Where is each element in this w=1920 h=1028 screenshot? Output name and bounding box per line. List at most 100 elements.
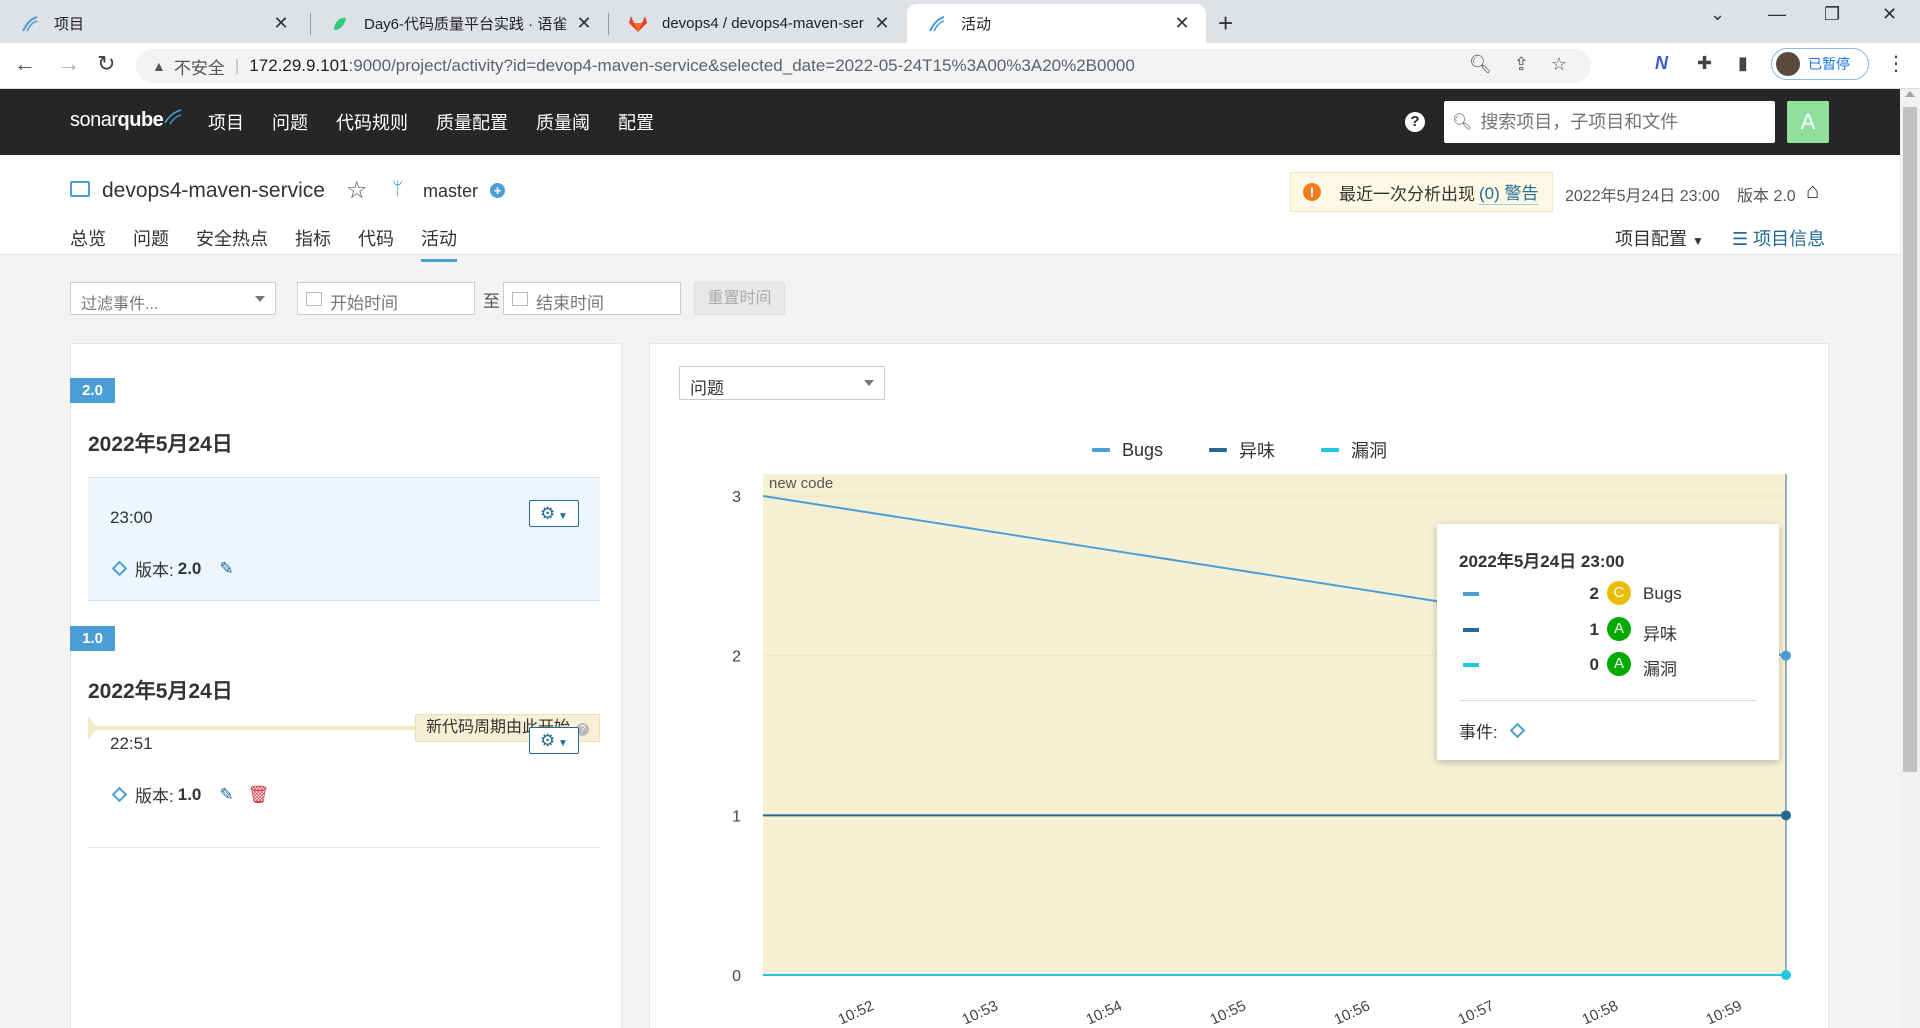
logo-text-bold: qube <box>117 109 164 131</box>
nav-projects[interactable]: 项目 <box>208 109 244 135</box>
tab-activity[interactable]: 活动 <box>421 225 457 262</box>
x-tick-label: 10:59 <box>1703 997 1744 1028</box>
tooltip-row-code-smells: 1 A 异味 <box>1459 617 1759 644</box>
trash-icon[interactable]: 🗑︎ <box>248 785 270 805</box>
entry-divider <box>88 847 600 848</box>
share-icon[interactable]: ⇪ <box>1514 54 1529 75</box>
side-panel-icon[interactable]: ▮ <box>1738 53 1748 74</box>
rating-badge: C <box>1607 581 1631 605</box>
user-avatar[interactable]: A <box>1787 101 1829 143</box>
tab-overview[interactable]: 总览 <box>70 225 106 262</box>
x-tick-label: 10:53 <box>959 997 1000 1028</box>
project-info-label: 项目信息 <box>1753 229 1826 249</box>
forward-arrow-icon[interactable]: → <box>58 51 80 77</box>
new-tab-plus-icon[interactable]: + <box>1218 8 1233 39</box>
url-omnibox[interactable]: ▲ 不安全 | 172.29.9.101 :9000/project/activ… <box>136 49 1591 83</box>
gitlab-icon <box>628 14 648 34</box>
day-title: 2022年5月24日 <box>88 680 233 703</box>
analysis-time: 23:00 <box>110 508 153 527</box>
reset-dates-button[interactable]: 重置时间 <box>694 282 785 315</box>
close-icon[interactable]: ✕ <box>271 13 291 34</box>
browser-tab-activity[interactable]: 活动 ✕ <box>907 4 1206 43</box>
chevron-down-icon[interactable]: ⌄ <box>1710 4 1725 25</box>
browser-menu-icon[interactable]: ⋮ <box>1886 51 1906 76</box>
nav-administration[interactable]: 配置 <box>618 109 654 135</box>
search-input[interactable] <box>1480 111 1761 133</box>
browser-tab-projects[interactable]: 项目 ✕ <box>0 4 305 43</box>
project-version: 版本 2.0 <box>1737 188 1796 205</box>
sonarqube-logo[interactable]: sonarqube <box>70 109 182 132</box>
warnings-link[interactable]: (0) 警告 <box>1479 179 1539 205</box>
tab-issues[interactable]: 问题 <box>133 225 169 262</box>
branch-name[interactable]: master <box>423 181 478 202</box>
help-icon[interactable]: ? <box>1405 112 1425 132</box>
browser-tab-yuque[interactable]: Day6-代码质量平台实践 · 语雀 ✕ <box>310 4 608 43</box>
logo-waves-icon <box>164 109 182 125</box>
analysis-entry[interactable]: 23:00 ⚙ ▼ 版本: 2.0 ✎ <box>88 477 600 601</box>
sonarqube-icon <box>20 14 40 34</box>
scrollbar-thumb[interactable] <box>1903 107 1917 772</box>
global-search[interactable]: 🔍︎ <box>1444 101 1775 143</box>
restore-icon[interactable]: ❐ <box>1824 4 1840 25</box>
y-tick-label: 3 <box>732 489 741 506</box>
browser-tab-gitlab[interactable]: devops4 / devops4-maven-ser ✕ <box>608 4 906 43</box>
project-settings-label: 项目配置 <box>1615 229 1687 249</box>
analysis-actions-button[interactable]: ⚙ ▼ <box>529 727 579 754</box>
nav-quality-profiles[interactable]: 质量配置 <box>436 109 508 135</box>
pencil-icon[interactable]: ✎ <box>219 785 233 805</box>
url-divider: | <box>234 56 240 75</box>
tooltip-metric-name: 异味 <box>1643 625 1677 644</box>
x-tick-label: 10:58 <box>1579 997 1620 1028</box>
close-icon[interactable]: ✕ <box>574 13 594 34</box>
version-prefix: 版本: <box>135 561 174 580</box>
event-filter-select[interactable]: 过滤事件... <box>70 282 276 315</box>
main-nav-menu: 项目 问题 代码规则 质量配置 质量阈 配置 <box>208 89 654 155</box>
chart-tooltip: 2022年5月24日 23:00 2 C Bugs 1 A 异味 0 A 漏洞 … <box>1437 524 1779 760</box>
project-settings-menu[interactable]: 项目配置 ▼ <box>1615 225 1704 251</box>
zoom-icon[interactable]: 🔍︎ <box>1469 54 1492 75</box>
warning-text: 最近一次分析出现 <box>1339 184 1475 204</box>
analysis-entry[interactable]: 22:51 ⚙ ▼ 版本: 1.0 ✎ 🗑︎ <box>88 726 600 846</box>
back-arrow-icon[interactable]: ← <box>14 51 36 77</box>
nav-issues[interactable]: 问题 <box>272 109 308 135</box>
extension-n-icon[interactable]: N <box>1655 53 1668 74</box>
tab-security-hotspots[interactable]: 安全热点 <box>196 225 268 262</box>
home-icon[interactable]: ⌂ <box>1806 178 1819 204</box>
close-window-icon[interactable]: ✕ <box>1882 4 1897 25</box>
start-date-input[interactable]: 开始时间 <box>297 282 475 315</box>
puzzle-extension-icon[interactable]: ✚ <box>1697 53 1712 74</box>
project-info-link[interactable]: ☰ 项目信息 <box>1732 225 1825 251</box>
version-event: 版本: 1.0 ✎ 🗑︎ <box>110 782 269 807</box>
browser-address-bar: ← → ↻ ▲ 不安全 | 172.29.9.101 :9000/project… <box>0 43 1920 89</box>
caret-down-icon: ▼ <box>555 738 568 749</box>
url-host: 172.29.9.101 <box>249 56 349 75</box>
tooltip-row-vulnerabilities: 0 A 漏洞 <box>1459 652 1759 679</box>
activity-history-panel: 2.0 2022年5月24日 23:00 ⚙ ▼ 版本: 2.0 ✎ 1.0 2… <box>70 343 622 1028</box>
favorite-star-icon[interactable]: ☆ <box>346 176 368 205</box>
tab-code[interactable]: 代码 <box>358 225 394 262</box>
minimize-icon[interactable]: — <box>1768 4 1786 25</box>
list-icon: ☰ <box>1732 229 1749 249</box>
warning-triangle-icon[interactable]: ▲ <box>152 58 166 74</box>
tab-measures[interactable]: 指标 <box>295 225 331 262</box>
profile-button[interactable]: 已暂停 <box>1771 48 1869 80</box>
reload-icon[interactable]: ↻ <box>97 51 115 77</box>
end-date-input[interactable]: 结束时间 <box>503 282 681 315</box>
scroll-up-arrow-icon[interactable] <box>1905 91 1915 97</box>
series-point-3 <box>1781 970 1791 980</box>
activity-graph-panel: 问题 Bugs 异味 漏洞 new code 0 1 2 3 10:52 10:53 10:5… <box>649 343 1829 1028</box>
nav-rules[interactable]: 代码规则 <box>336 109 408 135</box>
last-analysis-date: 2022年5月24日 23:00 <box>1565 188 1720 205</box>
close-icon[interactable]: ✕ <box>872 13 892 34</box>
nav-quality-gates[interactable]: 质量阈 <box>536 109 590 135</box>
x-tick-label: 10:55 <box>1207 997 1248 1028</box>
insecure-label[interactable]: 不安全 <box>174 54 225 79</box>
url-path: :9000/project/activity?id=devop4-maven-s… <box>348 56 1135 75</box>
analysis-actions-button[interactable]: ⚙ ▼ <box>529 500 579 527</box>
page-scrollbar[interactable] <box>1900 89 1920 1028</box>
pencil-icon[interactable]: ✎ <box>219 559 233 579</box>
close-icon[interactable]: ✕ <box>1172 13 1192 34</box>
bookmark-star-icon[interactable]: ☆ <box>1551 54 1567 75</box>
branch-plus-icon[interactable]: + <box>490 183 505 198</box>
project-name[interactable]: devops4-maven-service <box>102 179 325 203</box>
